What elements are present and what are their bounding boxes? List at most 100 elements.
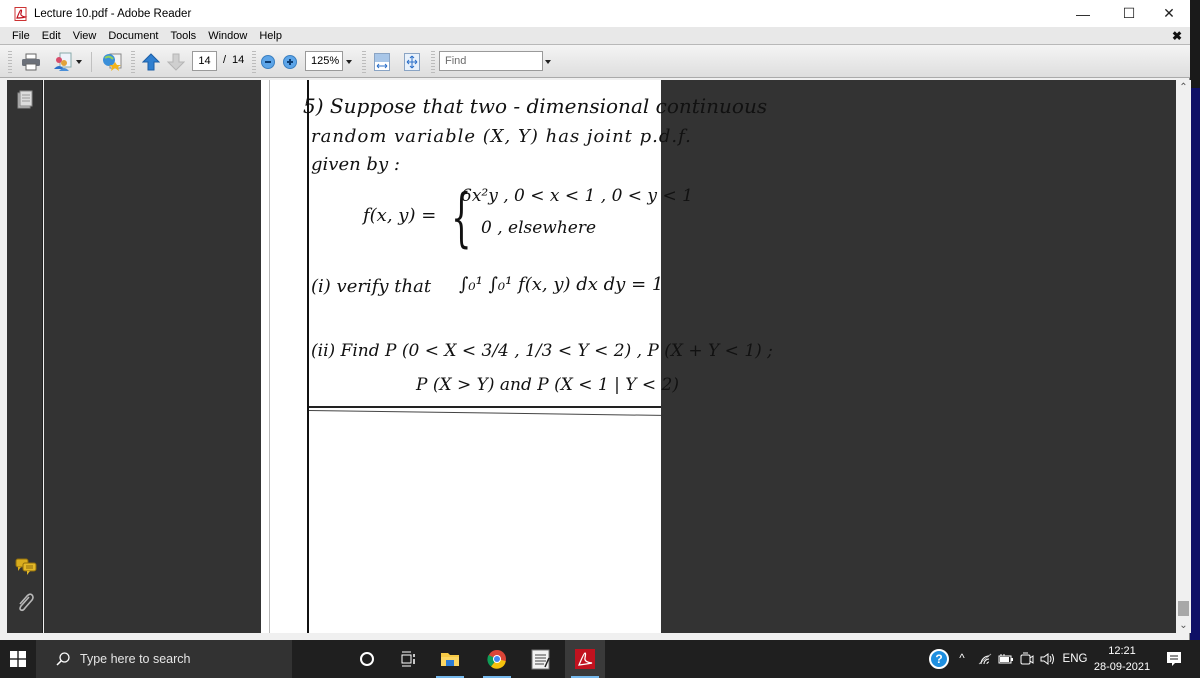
doc-part-two-continued: P (X > Y) and P (X < 1 | Y < 2)	[416, 375, 679, 395]
chrome-button[interactable]	[477, 640, 517, 678]
chevron-down-icon	[346, 60, 352, 64]
start-button[interactable]	[0, 640, 36, 678]
menu-window[interactable]: Window	[202, 30, 253, 42]
search-icon	[56, 652, 70, 666]
toolbar-grip[interactable]	[131, 51, 135, 73]
close-document-icon[interactable]: ✖	[1172, 29, 1182, 43]
doc-line-random-variable: random variable (X, Y) has joint p.d.f.	[311, 126, 692, 147]
show-hidden-icons-button[interactable]: ^	[954, 640, 970, 678]
doc-integral: ∫₀¹ ∫₀¹ f(x, y) dx dy = 1	[459, 274, 664, 295]
send-web-button[interactable]	[98, 51, 126, 73]
wifi-icon	[978, 653, 992, 665]
menu-tools[interactable]: Tools	[165, 30, 203, 42]
zoom-dropdown-button[interactable]	[344, 51, 354, 73]
margin-line	[307, 80, 309, 633]
collaborate-button[interactable]	[50, 51, 84, 73]
zoom-level-input[interactable]: 125%	[305, 51, 343, 71]
action-center-button[interactable]	[1160, 640, 1188, 678]
volume-tray-button[interactable]	[1038, 640, 1058, 678]
page-number-input[interactable]: 14	[192, 51, 217, 71]
windows-logo-icon	[10, 651, 26, 667]
fit-page-icon	[404, 53, 420, 71]
zoom-in-button[interactable]	[281, 51, 299, 73]
close-button[interactable]: ✕	[1146, 0, 1192, 27]
file-explorer-button[interactable]	[430, 640, 470, 678]
rule-line	[309, 406, 661, 408]
doc-case-two: 0 , elsewhere	[481, 218, 597, 238]
zoom-in-icon	[283, 55, 297, 69]
folder-icon	[441, 653, 459, 666]
menu-file[interactable]: File	[0, 30, 36, 42]
fit-width-button[interactable]	[371, 51, 393, 73]
doc-part-two: (ii) Find P (0 < X < 3/4 , 1/3 < Y < 2) …	[311, 341, 773, 361]
menu-document[interactable]: Document	[102, 30, 164, 42]
task-view-button[interactable]	[389, 640, 429, 678]
previous-page-button[interactable]	[140, 51, 162, 73]
battery-tray-button[interactable]	[996, 640, 1016, 678]
window-title: Lecture 10.pdf - Adobe Reader	[34, 7, 192, 20]
help-icon: ?	[929, 649, 949, 669]
toolbar-grip[interactable]	[362, 51, 366, 73]
toolbar-grip[interactable]	[8, 51, 12, 73]
document-viewport[interactable]: 5) Suppose that two - dimensional contin…	[44, 80, 1176, 633]
page-edge-line	[269, 80, 270, 633]
minimize-icon: —	[1076, 5, 1090, 22]
help-tray-button[interactable]: ?	[928, 640, 950, 678]
menu-help[interactable]: Help	[253, 30, 288, 42]
meet-now-tray-button[interactable]	[1018, 640, 1036, 678]
fit-page-button[interactable]	[401, 51, 423, 73]
page-separator: /	[223, 54, 227, 66]
print-button[interactable]	[18, 51, 44, 73]
language-tray-button[interactable]: ENG	[1062, 640, 1088, 678]
rule-line	[308, 410, 661, 416]
cortana-button[interactable]	[347, 640, 387, 678]
meet-now-icon	[1020, 652, 1034, 665]
doc-part-one: (i) verify that	[311, 276, 432, 297]
cortana-icon	[360, 652, 374, 666]
find-dropdown-button[interactable]	[543, 51, 553, 73]
vertical-scrollbar[interactable]: ⌃ ⌄	[1176, 80, 1191, 633]
chevron-up-icon: ⌃	[1179, 82, 1188, 93]
collaborate-icon	[54, 52, 72, 71]
previous-page-icon	[142, 53, 160, 71]
task-view-icon	[401, 651, 415, 667]
scroll-up-button[interactable]: ⌃	[1176, 80, 1191, 95]
clock-date: 28-09-2021	[1093, 661, 1151, 673]
adobe-reader-taskbar-button[interactable]	[565, 640, 605, 678]
chevron-down-icon	[76, 60, 82, 64]
chevron-down-icon	[545, 60, 551, 64]
zoom-out-button[interactable]	[259, 51, 277, 73]
taskbar-search-box[interactable]: Type here to search	[36, 640, 292, 678]
pdf-page: 5) Suppose that two - dimensional contin…	[261, 80, 773, 633]
doc-line-question: 5) Suppose that two - dimensional contin…	[303, 94, 768, 118]
next-page-icon	[167, 53, 185, 71]
maximize-icon: ☐	[1122, 5, 1136, 21]
find-input[interactable]: Find	[439, 51, 543, 71]
doc-case-one: 6x²y , 0 < x < 1 , 0 < y < 1	[461, 186, 693, 206]
comments-button[interactable]	[15, 558, 37, 578]
pages-button[interactable]	[15, 90, 35, 110]
menu-edit[interactable]: Edit	[36, 30, 67, 42]
notepad-button[interactable]	[521, 640, 561, 678]
chevron-down-icon: ⌄	[1179, 620, 1188, 631]
fit-width-icon	[374, 53, 390, 71]
chevron-up-icon: ^	[959, 653, 965, 665]
clock-button[interactable]: 12:21 28-09-2021	[1090, 643, 1154, 675]
minimize-button[interactable]: —	[1060, 0, 1106, 27]
scroll-down-button[interactable]: ⌄	[1176, 618, 1191, 633]
search-placeholder: Type here to search	[80, 652, 191, 666]
attachments-button[interactable]	[15, 593, 35, 613]
scroll-thumb[interactable]	[1178, 601, 1189, 616]
comments-icon	[15, 558, 37, 575]
notifications-icon	[1167, 652, 1181, 666]
menu-view[interactable]: View	[67, 30, 103, 42]
next-page-button[interactable]	[165, 51, 187, 73]
notepad-icon	[531, 649, 550, 670]
doc-line-given-by: given by :	[311, 154, 400, 175]
adobe-reader-window: Lecture 10.pdf - Adobe Reader — ☐ ✕ File…	[0, 0, 1192, 640]
toolbar-grip[interactable]	[252, 51, 256, 73]
adobe-pdf-icon	[14, 6, 28, 21]
doc-function-label: f(x, y) =	[363, 205, 437, 226]
toolbar-grip[interactable]	[431, 51, 435, 73]
network-tray-button[interactable]	[976, 640, 994, 678]
